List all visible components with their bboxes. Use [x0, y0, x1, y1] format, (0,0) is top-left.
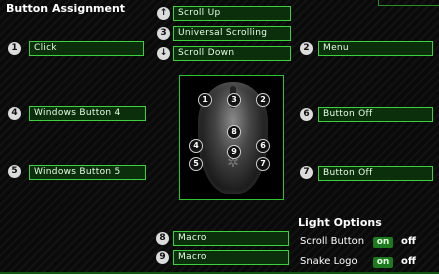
button-1-badge: 1: [8, 42, 21, 55]
button-2-badge: 2: [300, 42, 313, 55]
down-arrow-icon: ↓: [157, 47, 170, 60]
button-6-badge: 6: [300, 108, 313, 121]
button-4-badge: 4: [8, 107, 21, 120]
snake-logo-on-toggle[interactable]: on: [373, 257, 393, 268]
mouse-marker-7[interactable]: 7: [256, 157, 270, 171]
mouse-marker-4[interactable]: 4: [189, 139, 203, 153]
button-7-badge: 7: [300, 166, 313, 179]
scroll-up-field[interactable]: Scroll Up: [173, 6, 291, 21]
mouse-marker-1[interactable]: 1: [198, 93, 212, 107]
mouse-preview-panel: ✲ 1 3 2 8 4 9 6 5 7: [179, 75, 284, 200]
mouse-marker-8[interactable]: 8: [227, 125, 241, 139]
mouse-marker-3[interactable]: 3: [227, 93, 241, 107]
snake-logo-off-toggle[interactable]: off: [401, 256, 416, 267]
page-title: Button Assignment: [6, 2, 126, 15]
universal-scrolling-field[interactable]: Universal Scrolling: [173, 26, 291, 41]
button-9-field[interactable]: Macro: [173, 250, 289, 265]
scroll-down-field[interactable]: Scroll Down: [173, 46, 291, 61]
snake-logo-light-label: Snake Logo: [300, 256, 358, 267]
button-1-field[interactable]: Click: [29, 41, 144, 56]
button-5-field[interactable]: Windows Button 5: [29, 165, 146, 180]
mouse-marker-2[interactable]: 2: [256, 93, 270, 107]
mouse-marker-6[interactable]: 6: [256, 139, 270, 153]
scroll-button-on-toggle[interactable]: on: [373, 237, 393, 248]
button-4-field[interactable]: Windows Button 4: [29, 106, 146, 121]
button-8-badge: 8: [156, 232, 169, 245]
button-3-badge: 3: [157, 27, 170, 40]
mouse-marker-9[interactable]: 9: [227, 145, 241, 159]
button-9-badge: 9: [156, 251, 169, 264]
button-2-field[interactable]: Menu: [318, 41, 433, 56]
button-8-field[interactable]: Macro: [173, 231, 289, 246]
up-arrow-icon: ↑: [157, 7, 170, 20]
top-right-frame: [378, 0, 439, 6]
button-5-badge: 5: [8, 165, 21, 178]
button-7-field[interactable]: Button Off: [318, 166, 433, 181]
light-options-title: Light Options: [298, 216, 382, 229]
scroll-button-light-label: Scroll Button: [300, 236, 365, 247]
button-6-field[interactable]: Button Off: [318, 107, 433, 122]
mouse-marker-5[interactable]: 5: [189, 157, 203, 171]
scroll-button-off-toggle[interactable]: off: [401, 236, 416, 247]
